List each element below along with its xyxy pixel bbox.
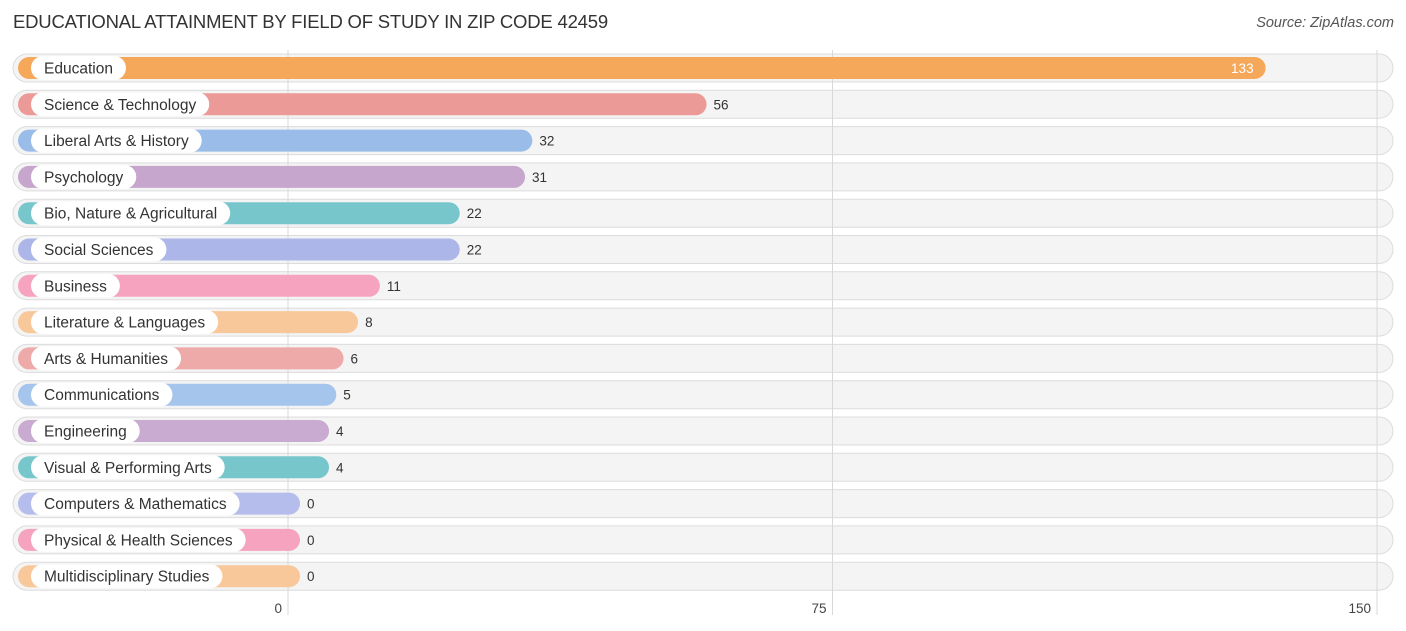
value-label: 22 bbox=[467, 243, 482, 258]
bar-group: Bio, Nature & Agricultural 22 bbox=[18, 201, 482, 226]
category-label: Visual & Performing Arts bbox=[44, 460, 212, 477]
category-label: Literature & Languages bbox=[44, 315, 205, 332]
value-label: 0 bbox=[307, 497, 315, 512]
bar-group: Physical & Health Sciences 0 bbox=[18, 527, 315, 552]
value-label: 0 bbox=[307, 569, 315, 584]
value-label: 56 bbox=[714, 97, 729, 112]
x-tick-label: 0 bbox=[274, 601, 282, 616]
bar-group: Psychology 31 bbox=[18, 164, 547, 189]
bar bbox=[18, 57, 1266, 79]
value-label: 0 bbox=[307, 533, 315, 548]
value-label: 4 bbox=[336, 460, 344, 475]
category-label: Engineering bbox=[44, 424, 127, 441]
value-label: 22 bbox=[467, 206, 482, 221]
category-label: Science & Technology bbox=[44, 97, 196, 114]
bar-group: Multidisciplinary Studies 0 bbox=[18, 564, 315, 589]
bar-group: Business 11 bbox=[18, 273, 401, 298]
category-label: Liberal Arts & History bbox=[44, 133, 189, 150]
x-axis-ticks: 0 75 150 bbox=[274, 601, 1371, 616]
bar-group: Science & Technology 56 bbox=[18, 92, 729, 117]
category-label: Education bbox=[44, 61, 113, 78]
category-label: Psychology bbox=[44, 169, 124, 186]
bar-chart: Education 133Science & Technology 56Libera… bbox=[12, 50, 1394, 616]
value-label: 5 bbox=[343, 388, 351, 403]
bar-group: Arts & Humanities 6 bbox=[18, 346, 359, 371]
value-label: 6 bbox=[351, 351, 359, 366]
bar-group: Liberal Arts & History 32 bbox=[18, 128, 554, 153]
category-label: Bio, Nature & Agricultural bbox=[44, 206, 217, 223]
value-label: 133 bbox=[1231, 61, 1254, 76]
value-label: 4 bbox=[336, 424, 344, 439]
x-tick-label: 75 bbox=[811, 601, 826, 616]
value-label: 31 bbox=[532, 170, 547, 185]
category-label: Business bbox=[44, 278, 107, 295]
value-label: 32 bbox=[539, 134, 554, 149]
category-label: Physical & Health Sciences bbox=[44, 532, 233, 549]
category-label: Social Sciences bbox=[44, 242, 154, 259]
bar-group: Computers & Mathematics 0 bbox=[18, 491, 315, 516]
value-label: 11 bbox=[387, 279, 401, 294]
value-label: 8 bbox=[365, 315, 373, 330]
category-label: Arts & Humanities bbox=[44, 351, 168, 368]
category-label: Multidisciplinary Studies bbox=[44, 569, 210, 586]
bar-group: Education 133 bbox=[18, 56, 1266, 80]
x-tick-label: 150 bbox=[1348, 601, 1371, 616]
category-label: Computers & Mathematics bbox=[44, 496, 227, 513]
category-label: Communications bbox=[44, 387, 160, 404]
bar-group: Visual & Performing Arts 4 bbox=[18, 455, 344, 480]
bar-group: Engineering 4 bbox=[18, 419, 344, 443]
bar-group: Social Sciences 22 bbox=[18, 237, 482, 262]
bar-group: Communications 5 bbox=[18, 382, 351, 407]
bar-group: Literature & Languages 8 bbox=[18, 310, 373, 335]
